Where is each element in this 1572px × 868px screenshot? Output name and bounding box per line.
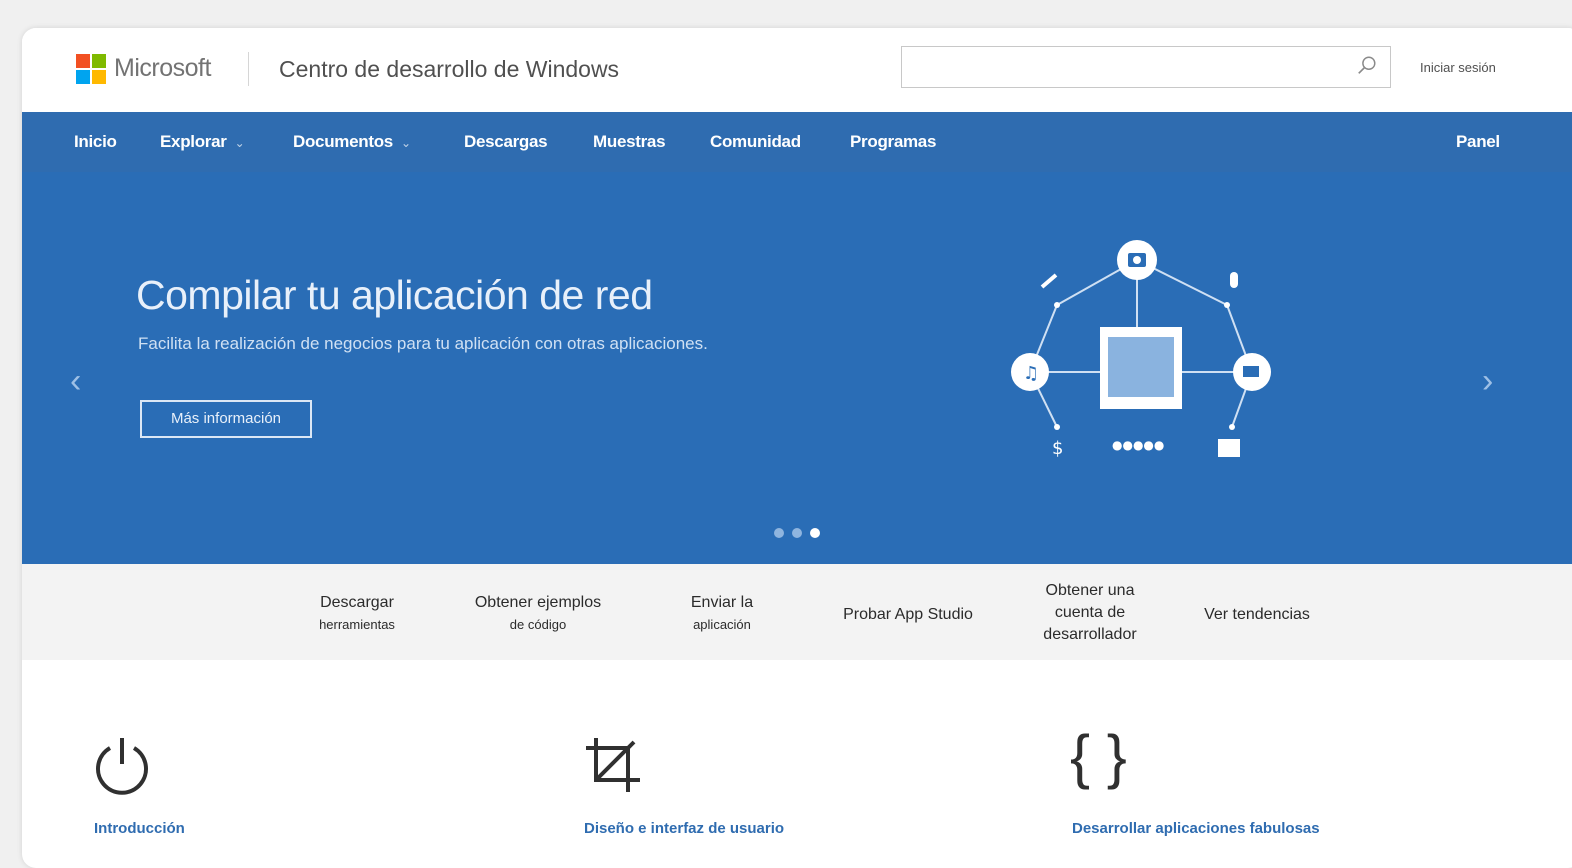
quick-link-line: Probar App Studio [843, 606, 973, 623]
nav-item-descargas[interactable]: Descargas [464, 132, 548, 152]
quick-links-bar: Descargar herramientas Obtener ejemplos … [22, 564, 1572, 660]
brand-name[interactable]: Microsoft [114, 54, 211, 83]
quick-link-download-tools[interactable]: Descargar herramientas [302, 592, 412, 636]
quick-link-line: herramientas [319, 617, 395, 632]
carousel-dot[interactable] [792, 528, 802, 538]
nav-item-comunidad[interactable]: Comunidad [710, 132, 801, 152]
quick-link-trends[interactable]: Ver tendencias [1192, 604, 1322, 626]
quick-link-line: Enviar la [690, 594, 754, 611]
hero-subtitle: Facilita la realización de negocios para… [138, 334, 708, 353]
search-input[interactable] [901, 46, 1391, 88]
nav-item-documentos[interactable]: Documentos ⌄ [293, 132, 411, 152]
hero-title: Compilar tu aplicación de red [136, 272, 653, 318]
quick-link-line: Ver tendencias [1204, 606, 1310, 623]
svg-text:●●●●●: ●●●●● [1112, 438, 1164, 452]
carousel-dot[interactable] [774, 528, 784, 538]
header-divider [248, 52, 249, 86]
quick-link-line: de código [509, 617, 567, 632]
svg-text:$: $ [1052, 438, 1063, 459]
quick-link-app-studio[interactable]: Probar App Studio [828, 604, 988, 626]
braces-icon[interactable]: { } [1070, 722, 1127, 791]
chevron-right-icon[interactable]: › [1482, 362, 1493, 401]
browser-page: Microsoft Centro de desarrollo de Window… [22, 28, 1572, 868]
main-nav: Inicio Explorar ⌄ Documentos ⌄ Descargas M… [22, 112, 1572, 172]
svg-text:♫: ♫ [1023, 363, 1039, 384]
microsoft-logo-icon[interactable] [76, 54, 106, 84]
quick-link-line: desarrollador [1043, 626, 1137, 643]
nav-item-label: Explorar [160, 132, 227, 151]
carousel-indicators [774, 528, 820, 538]
crop-icon[interactable] [582, 734, 644, 796]
carousel-dot-active[interactable] [810, 528, 820, 538]
network-app-illustration: ♫ $ ●●●●● [1011, 240, 1271, 459]
site-title[interactable]: Centro de desarrollo de Windows [279, 56, 619, 83]
feature-link-build-apps[interactable]: Desarrollar aplicaciones fabulosas [1072, 820, 1320, 837]
quick-link-line: cuenta de [1054, 604, 1126, 621]
nav-item-explorar[interactable]: Explorar ⌄ [160, 132, 245, 152]
quick-link-code-samples[interactable]: Obtener ejemplos de código [458, 592, 618, 636]
hero-carousel: ‹ › Compilar tu aplicación de red Facili… [22, 172, 1572, 564]
power-icon[interactable] [92, 734, 152, 796]
nav-item-label: Documentos [293, 132, 393, 151]
quick-link-submit-app[interactable]: Enviar la aplicación [672, 592, 772, 636]
chevron-down-icon: ⌄ [234, 136, 245, 150]
quick-link-line: Obtener una [1045, 582, 1135, 599]
quick-link-line: Descargar [320, 594, 394, 611]
quick-link-dev-account[interactable]: Obtener una cuenta de desarrollador [1028, 580, 1152, 646]
chevron-down-icon: ⌄ [400, 136, 411, 150]
feature-link-design-ui[interactable]: Diseño e interfaz de usuario [584, 820, 784, 837]
nav-item-inicio[interactable]: Inicio [74, 132, 117, 152]
search-icon[interactable] [1356, 55, 1378, 77]
feature-link-intro[interactable]: Introducción [94, 820, 185, 837]
quick-link-line: Obtener ejemplos [474, 594, 602, 611]
nav-item-muestras[interactable]: Muestras [593, 132, 666, 152]
more-info-button[interactable]: Más información [140, 400, 312, 438]
nav-item-programas[interactable]: Programas [850, 132, 936, 152]
quick-link-line: aplicación [693, 617, 751, 632]
chevron-left-icon[interactable]: ‹ [70, 362, 81, 401]
site-header: Microsoft Centro de desarrollo de Window… [22, 28, 1572, 112]
signin-link[interactable]: Iniciar sesión [1420, 60, 1496, 75]
nav-item-panel[interactable]: Panel [1456, 132, 1500, 152]
